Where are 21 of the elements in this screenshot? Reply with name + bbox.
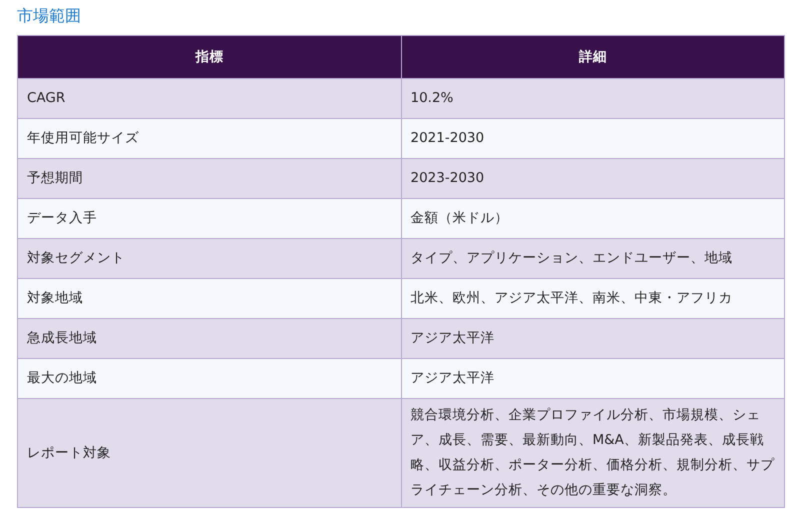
table-cell: 対象地域 [18,278,401,318]
table-cell: レポート対象 [18,398,401,508]
table-cell: 北米、欧州、アジア太平洋、南米、中東・アフリカ [401,278,784,318]
table-cell: データ入手 [18,198,401,238]
table-cell: タイプ、アプリケーション、エンドユーザー、地域 [401,238,784,278]
table-cell: 年使用可能サイズ [18,118,401,158]
column-header: 詳細 [401,36,784,78]
section-title: 市場範囲 [17,5,82,27]
table-cell: 対象セグメント [18,238,401,278]
table-cell: 2021-2030 [401,118,784,158]
table-cell: CAGR [18,78,401,118]
table-cell: 急成長地域 [18,318,401,358]
table-cell: 2023-2030 [401,158,784,198]
table-cell: 競合環境分析、企業プロファイル分析、市場規模、シェア、成長、需要、最新動向、M&A、新製品発表、成長戦略、収益分析、ポーター分析、価格分析、規制分析、サプライチェーン分析、その他の重要な洞察。 [401,398,784,508]
table-cell: 金額（米ドル） [401,198,784,238]
table-cell: アジア太平洋 [401,318,784,358]
table-cell: 最大の地域 [18,358,401,398]
table-cell: アジア太平洋 [401,358,784,398]
column-header: 指標 [18,36,401,78]
table-cell: 予想期間 [18,158,401,198]
table-cell: 10.2% [401,78,784,118]
